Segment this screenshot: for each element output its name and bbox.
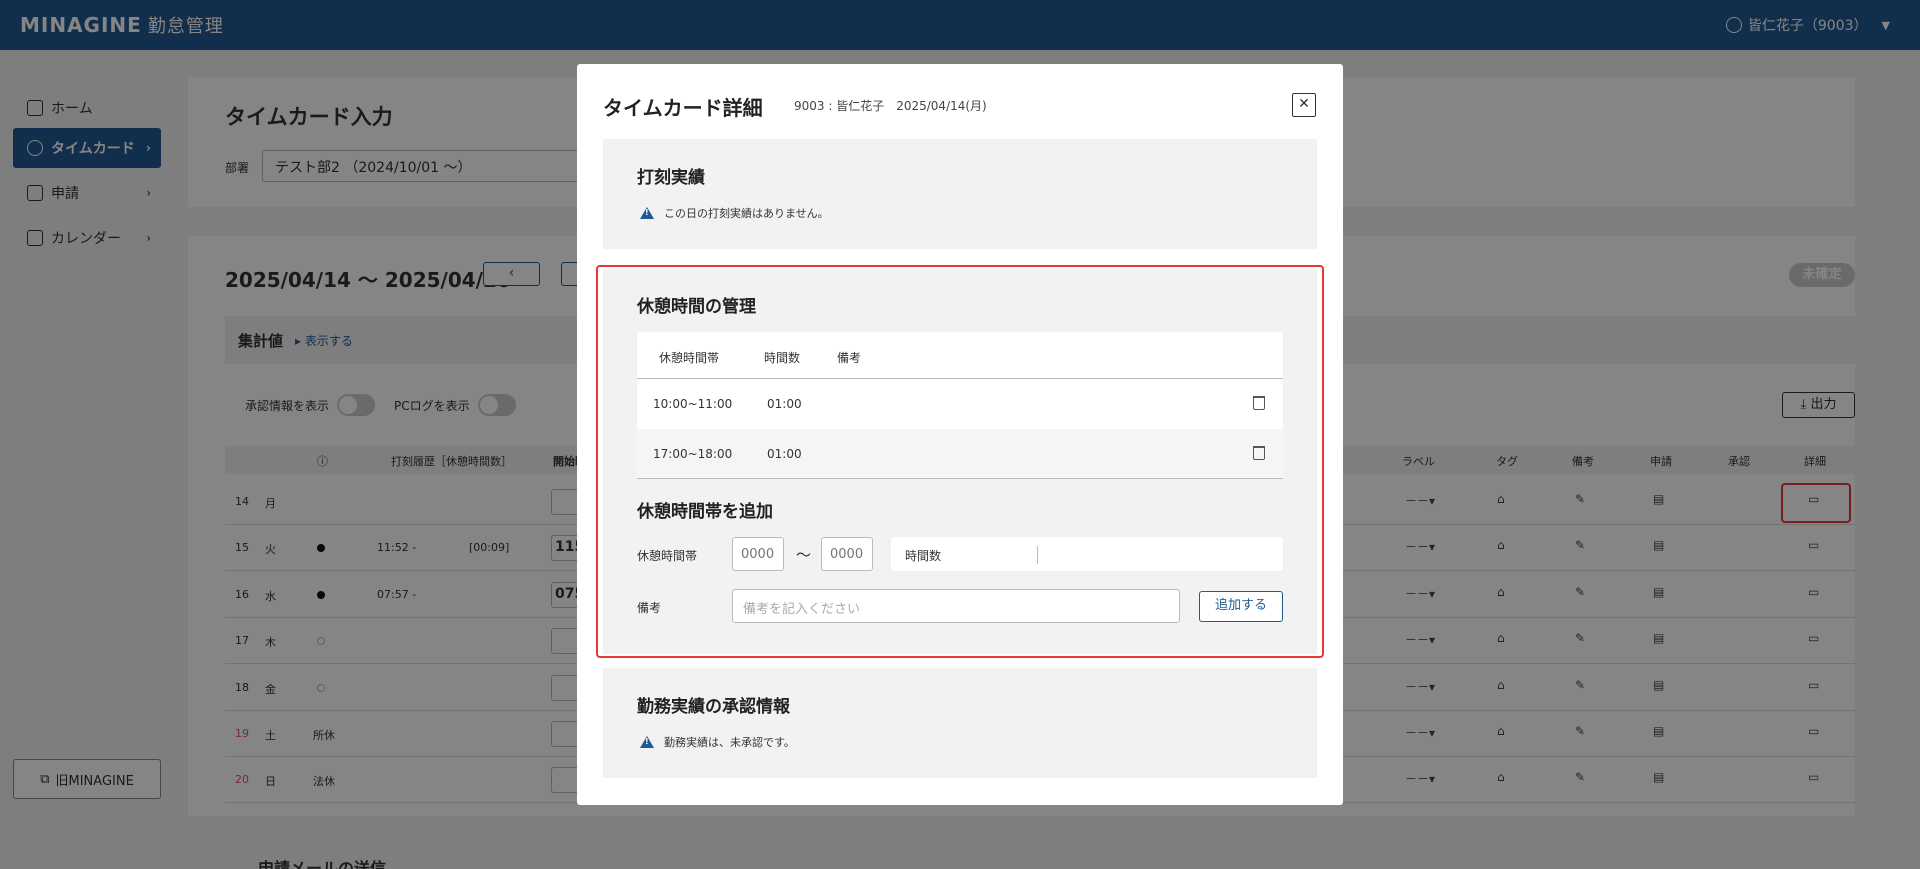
break-from-input[interactable] <box>732 537 784 571</box>
break-band: 10:00~11:00 <box>653 397 733 411</box>
range-tilde: ～ <box>796 546 812 564</box>
col-break-band: 休憩時間帯 <box>659 351 720 365</box>
approval-panel-title: 勤務実績の承認情報 <box>637 697 790 717</box>
break-note-input[interactable]: 備考を記入ください <box>732 589 1180 623</box>
stamp-notice-text: この日の打刻実績はありません。 <box>664 207 829 220</box>
divider <box>1037 546 1038 564</box>
add-break-title: 休憩時間帯を追加 <box>637 502 773 522</box>
break-table-header: 休憩時間帯 時間数 備考 <box>637 332 1283 379</box>
break-band: 17:00~18:00 <box>653 447 733 461</box>
break-panel-title: 休憩時間の管理 <box>637 297 756 317</box>
col-break-hours: 時間数 <box>764 351 801 365</box>
break-note-label: 備考 <box>637 601 662 615</box>
trash-icon[interactable] <box>1253 396 1265 410</box>
approval-notice-text: 勤務実績は、未承認です。 <box>664 736 795 749</box>
add-break-button[interactable]: 追加する <box>1199 591 1283 622</box>
table-row: 17:00~18:00 01:00 <box>637 429 1283 479</box>
break-table: 休憩時間帯 時間数 備考 10:00~11:00 01:00 17:00~18:… <box>637 332 1283 479</box>
break-hours-field[interactable]: 時間数 <box>891 537 1283 571</box>
col-break-note: 備考 <box>837 351 862 365</box>
stamp-panel-title: 打刻実績 <box>637 168 705 188</box>
stamp-notice: この日の打刻実績はありません。 <box>640 205 829 221</box>
timecard-detail-modal: タイムカード詳細 9003 : 皆仁花子 2025/04/14(月) ✕ 打刻実… <box>577 64 1343 805</box>
trash-icon[interactable] <box>1253 446 1265 460</box>
warning-icon <box>640 207 654 219</box>
close-icon: ✕ <box>1298 96 1310 112</box>
modal-subtitle: 9003 : 皆仁花子 2025/04/14(月) <box>794 99 987 113</box>
break-hours: 01:00 <box>767 447 802 461</box>
approval-notice: 勤務実績は、未承認です。 <box>640 734 795 750</box>
warning-icon <box>640 736 654 748</box>
break-hours: 01:00 <box>767 397 802 411</box>
table-row: 10:00~11:00 01:00 <box>637 379 1283 429</box>
modal-title: タイムカード詳細 <box>603 96 763 120</box>
break-band-label: 休憩時間帯 <box>637 549 698 563</box>
stamp-panel: 打刻実績 この日の打刻実績はありません。 <box>603 139 1317 249</box>
break-to-input[interactable] <box>821 537 873 571</box>
approval-panel: 勤務実績の承認情報 勤務実績は、未承認です。 <box>603 668 1317 778</box>
break-hours-label: 時間数 <box>905 549 942 563</box>
close-button[interactable]: ✕ <box>1292 93 1316 117</box>
